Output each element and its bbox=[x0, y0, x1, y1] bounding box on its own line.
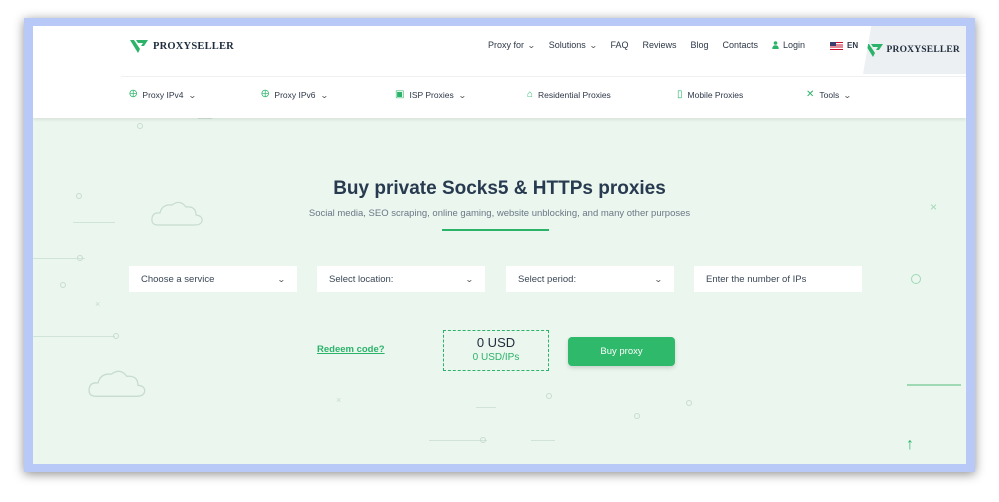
deco-line bbox=[33, 258, 85, 259]
site-logo[interactable]: PROXYSELLER bbox=[129, 38, 234, 55]
subnav-item-proxy-ipv4[interactable]: 🜨 Proxy IPv4 ⌄ bbox=[129, 89, 197, 101]
deco-dot bbox=[137, 123, 143, 129]
logo-mark-icon bbox=[864, 43, 883, 57]
deco-dot bbox=[113, 333, 119, 339]
service-select[interactable]: Choose a service ⌄ bbox=[129, 266, 297, 292]
subnav-item-residential-proxies[interactable]: ⌂ Residential Proxies bbox=[527, 89, 611, 101]
subnav-label: Residential Proxies bbox=[538, 90, 611, 100]
language-selector[interactable]: EN bbox=[830, 41, 858, 50]
title-underline bbox=[442, 229, 549, 231]
deco-dot bbox=[60, 282, 66, 288]
brand-tab: PROXYSELLER bbox=[863, 26, 966, 74]
subnav-item-isp-proxies[interactable]: ▣ ISP Proxies ⌄ bbox=[395, 89, 467, 101]
globe-icon: 🜨 bbox=[129, 89, 138, 100]
subnav-label: ISP Proxies bbox=[409, 90, 454, 100]
header-divider bbox=[121, 76, 966, 77]
chevron-down-icon: ⌄ bbox=[465, 274, 475, 284]
chevron-down-icon: ⌄ bbox=[654, 274, 664, 284]
browser-frame: × × × PROXYSELLER Proxy for ⌄ Solutions … bbox=[24, 18, 975, 472]
deco-dot bbox=[634, 413, 640, 419]
period-select[interactable]: Select period: ⌄ bbox=[506, 266, 674, 292]
server-icon: ▣ bbox=[395, 89, 405, 100]
brand-tab-text: PROXYSELLER bbox=[886, 45, 960, 55]
us-flag-icon bbox=[830, 41, 843, 50]
cloud-icon bbox=[88, 370, 146, 397]
nav-proxy-for[interactable]: Proxy for ⌄ bbox=[488, 40, 536, 50]
nav-solutions[interactable]: Solutions ⌄ bbox=[548, 40, 598, 50]
product-navigation: 🜨 Proxy IPv4 ⌄ 🜨 Proxy IPv6 ⌄ ▣ ISP Prox… bbox=[33, 86, 966, 106]
chevron-down-icon: ⌄ bbox=[319, 90, 329, 100]
deco-dot bbox=[480, 437, 486, 443]
deco-line bbox=[429, 440, 487, 441]
deco-dot bbox=[77, 255, 83, 261]
nav-label: Reviews bbox=[642, 40, 677, 50]
total-price: 0 USD bbox=[476, 335, 516, 350]
buy-proxy-button[interactable]: Buy proxy bbox=[568, 337, 675, 366]
mobile-icon: ▯ bbox=[677, 89, 683, 100]
hero-subtitle: Social media, SEO scraping, online gamin… bbox=[308, 208, 691, 219]
nav-blog[interactable]: Blog bbox=[690, 40, 708, 50]
deco-line bbox=[907, 384, 961, 386]
ip-count-field[interactable] bbox=[694, 266, 862, 292]
tools-icon: ✕ bbox=[806, 89, 815, 100]
select-value: Select location: bbox=[329, 273, 394, 285]
deco-x: × bbox=[95, 299, 101, 309]
nav-label: Login bbox=[783, 40, 806, 50]
price-per-ip: 0 USD/IPs bbox=[472, 352, 520, 363]
deco-line bbox=[73, 222, 115, 223]
subnav-label: Tools bbox=[819, 90, 840, 100]
ip-count-input[interactable] bbox=[706, 273, 850, 285]
subnav-label: Proxy IPv4 bbox=[142, 90, 184, 100]
nav-label: Blog bbox=[690, 40, 709, 50]
deco-dot bbox=[686, 400, 692, 406]
location-select[interactable]: Select location: ⌄ bbox=[317, 266, 485, 292]
subnav-label: Mobile Proxies bbox=[687, 90, 744, 100]
select-value: Select period: bbox=[518, 273, 577, 285]
nav-faq[interactable]: FAQ bbox=[610, 40, 628, 50]
chevron-down-icon: ⌄ bbox=[588, 40, 598, 50]
logo-mark-icon bbox=[130, 40, 148, 53]
deco-line bbox=[33, 336, 115, 337]
nav-login[interactable]: Login bbox=[772, 40, 805, 50]
site-header: PROXYSELLER Proxy for ⌄ Solutions ⌄ FAQ … bbox=[33, 26, 966, 118]
chevron-down-icon: ⌄ bbox=[277, 274, 287, 284]
subnav-item-tools[interactable]: ✕ Tools ⌄ bbox=[806, 89, 852, 101]
globe-icon: 🜨 bbox=[261, 89, 270, 100]
deco-x: × bbox=[336, 395, 342, 405]
home-icon: ⌂ bbox=[527, 89, 534, 100]
redeem-code-link[interactable]: Redeem code? bbox=[317, 344, 385, 355]
subnav-item-mobile-proxies[interactable]: ▯ Mobile Proxies bbox=[677, 89, 744, 101]
nav-label: Solutions bbox=[548, 40, 586, 50]
subnav-label: Proxy IPv6 bbox=[274, 90, 316, 100]
hero-title: Buy private Socks5 & HTTPs proxies bbox=[333, 178, 666, 199]
chevron-down-icon: ⌄ bbox=[457, 90, 467, 100]
chevron-down-icon: ⌄ bbox=[527, 40, 536, 50]
page: × × × PROXYSELLER Proxy for ⌄ Solutions … bbox=[33, 26, 966, 464]
user-icon bbox=[772, 41, 779, 49]
language-label: EN bbox=[847, 41, 859, 50]
deco-line bbox=[476, 407, 496, 408]
logo-text: PROXYSELLER bbox=[153, 41, 234, 52]
deco-line bbox=[531, 440, 555, 441]
chevron-down-icon: ⌄ bbox=[187, 90, 197, 100]
select-value: Choose a service bbox=[141, 273, 215, 285]
nav-label: Contacts bbox=[722, 40, 759, 50]
top-navigation: Proxy for ⌄ Solutions ⌄ FAQ Reviews Blog… bbox=[488, 40, 819, 50]
deco-line bbox=[198, 118, 212, 119]
nav-label: FAQ bbox=[610, 40, 629, 50]
nav-reviews[interactable]: Reviews bbox=[642, 40, 676, 50]
subnav-item-proxy-ipv6[interactable]: 🜨 Proxy IPv6 ⌄ bbox=[261, 89, 329, 101]
deco-dot bbox=[546, 393, 552, 399]
nav-contacts[interactable]: Contacts bbox=[723, 40, 759, 50]
price-summary: 0 USD 0 USD/IPs bbox=[443, 330, 549, 371]
nav-label: Proxy for bbox=[488, 40, 525, 50]
deco-ring bbox=[911, 274, 921, 284]
chevron-down-icon: ⌄ bbox=[843, 90, 852, 100]
scroll-up-icon[interactable]: ↑ bbox=[906, 436, 914, 454]
